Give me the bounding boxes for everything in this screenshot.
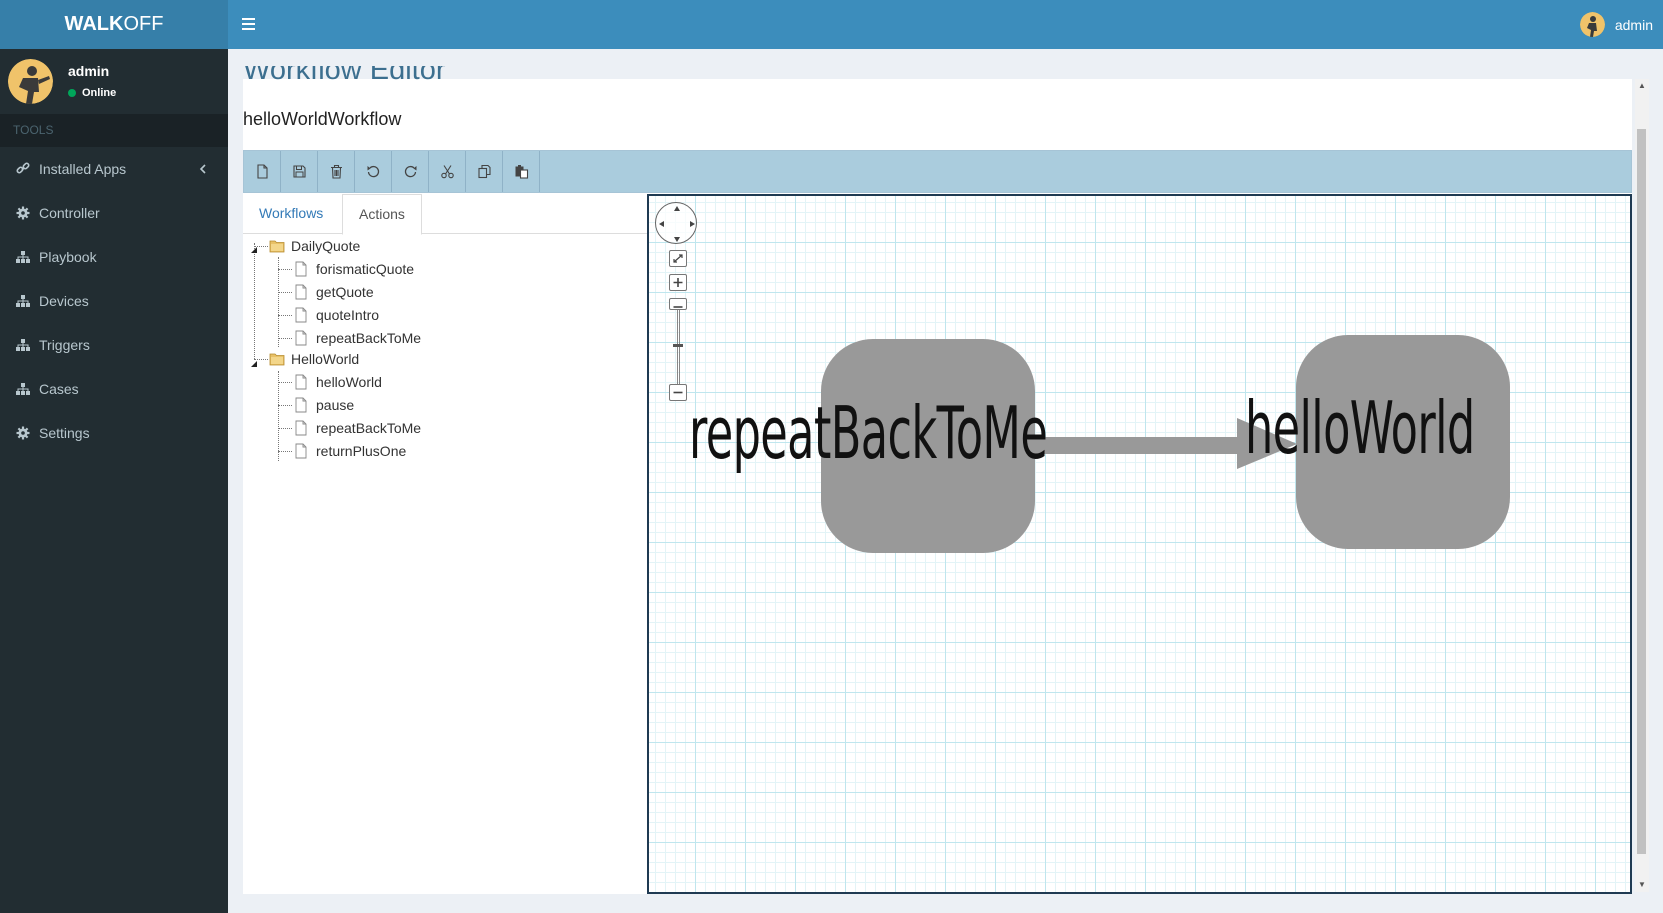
sidebar-item-playbook[interactable]: Playbook — [0, 235, 228, 279]
redo-icon — [404, 165, 416, 178]
user-panel: admin Online — [0, 49, 228, 114]
avatar — [8, 59, 53, 104]
sitemap-icon — [16, 338, 30, 352]
sidebar-item-controller[interactable]: Controller — [0, 191, 228, 235]
folder-icon — [269, 240, 285, 253]
online-dot-icon — [68, 89, 76, 97]
zoom-out-button[interactable] — [669, 384, 687, 401]
status-badge: Online — [68, 87, 116, 99]
expand-icon — [673, 254, 683, 263]
scrollbar-thumb[interactable] — [1637, 129, 1646, 854]
redo-button[interactable] — [392, 151, 429, 192]
menu-header: TOOLS — [0, 114, 228, 147]
tree-app-node[interactable]: DailyQuote — [269, 235, 360, 257]
zoom-level-marker[interactable] — [673, 344, 683, 347]
file-icon — [295, 397, 307, 413]
tree-action-node[interactable]: getQuote — [294, 281, 374, 303]
zoom-in-button[interactable] — [669, 274, 687, 291]
file-icon — [295, 307, 307, 323]
gear-icon — [16, 206, 30, 220]
undo-button[interactable] — [355, 151, 392, 192]
top-username: admin — [1614, 16, 1653, 33]
graph-node-label: repeatBackToMe — [689, 391, 1048, 475]
paste-button[interactable] — [503, 151, 540, 192]
collapse-toggle-icon[interactable] — [250, 355, 258, 367]
graph-edge[interactable] — [1035, 437, 1252, 454]
gear-icon — [16, 426, 30, 440]
actions-panel: Workflows Actions DailyQuote forismaticQ… — [243, 193, 647, 894]
sidebar-item-cases[interactable]: Cases — [0, 367, 228, 411]
sidebar-item-triggers[interactable]: Triggers — [0, 323, 228, 367]
panel-tabs: Workflows Actions — [243, 193, 647, 235]
cut-icon — [440, 165, 454, 179]
file-icon — [295, 374, 307, 390]
pan-control[interactable] — [655, 202, 697, 244]
minus-icon — [673, 391, 683, 394]
tree-action-node[interactable]: repeatBackToMe — [294, 417, 421, 439]
avatar — [1579, 12, 1605, 37]
minus-icon — [673, 306, 683, 308]
tree-action-node[interactable]: helloWorld — [294, 371, 382, 393]
plus-icon — [673, 278, 683, 287]
sitemap-icon — [16, 250, 30, 264]
copy-button[interactable] — [466, 151, 503, 192]
tree-action-node[interactable]: pause — [294, 394, 354, 416]
sidebar: admin Online TOOLS Installed Apps Contro… — [0, 49, 228, 913]
walkoff-logo[interactable]: WALKOFF — [0, 0, 228, 49]
top-navbar: WALKOFF admin — [0, 0, 1663, 49]
cut-button[interactable] — [429, 151, 466, 192]
file-icon — [295, 443, 307, 459]
sitemap-icon — [16, 382, 30, 396]
scroll-up-icon[interactable]: ▲ — [1637, 81, 1647, 91]
graph-node-label: helloWorld — [1245, 386, 1475, 470]
tree-action-node[interactable]: repeatBackToMe — [294, 327, 421, 349]
fit-view-button[interactable] — [669, 250, 687, 267]
workflow-canvas[interactable]: repeatBackToMe helloWorld — [647, 194, 1632, 894]
zoom-slider-handle[interactable] — [669, 298, 687, 310]
delete-button[interactable] — [318, 151, 355, 192]
workflow-editor-content: Workflow Editor helloWorldWorkflow Workf — [243, 66, 1632, 894]
workflow-name: helloWorldWorkflow — [243, 109, 402, 129]
editor-toolbar — [243, 150, 1632, 193]
workflow-graph — [821, 335, 1510, 553]
scroll-down-icon[interactable]: ▼ — [1637, 880, 1647, 890]
sidebar-toggle-icon[interactable] — [238, 14, 260, 34]
user-menu[interactable]: admin — [1579, 0, 1653, 49]
page-scrollbar[interactable]: ▲ ▼ — [1635, 79, 1649, 892]
collapse-toggle-icon[interactable] — [250, 241, 258, 253]
link-icon — [16, 162, 30, 176]
pan-arrows-icon — [659, 206, 695, 242]
tab-actions[interactable]: Actions — [342, 194, 422, 235]
save-icon — [292, 165, 306, 178]
chevron-left-icon — [196, 162, 210, 176]
file-icon — [295, 261, 307, 277]
sidebar-item-devices[interactable]: Devices — [0, 279, 228, 323]
file-icon — [295, 330, 307, 346]
sidebar-username: admin — [68, 63, 110, 79]
copy-icon — [477, 164, 491, 179]
tree-app-node[interactable]: HelloWorld — [269, 348, 359, 370]
file-icon — [295, 420, 307, 436]
new-workflow-button[interactable] — [244, 151, 281, 192]
undo-icon — [367, 165, 379, 178]
tree-action-node[interactable]: quoteIntro — [294, 304, 379, 326]
new-file-icon — [256, 164, 268, 179]
page-title: Workflow Editor — [243, 66, 446, 86]
trash-icon — [330, 164, 342, 179]
tree-action-node[interactable]: returnPlusOne — [294, 440, 406, 462]
sidebar-item-settings[interactable]: Settings — [0, 411, 228, 455]
file-icon — [295, 284, 307, 300]
sidebar-item-installed-apps[interactable]: Installed Apps — [0, 147, 228, 191]
tree-action-node[interactable]: forismaticQuote — [294, 258, 414, 280]
tab-workflows[interactable]: Workflows — [243, 194, 339, 235]
save-workflow-button[interactable] — [281, 151, 318, 192]
folder-icon — [269, 353, 285, 366]
paste-icon — [515, 165, 528, 179]
sitemap-icon — [16, 294, 30, 308]
